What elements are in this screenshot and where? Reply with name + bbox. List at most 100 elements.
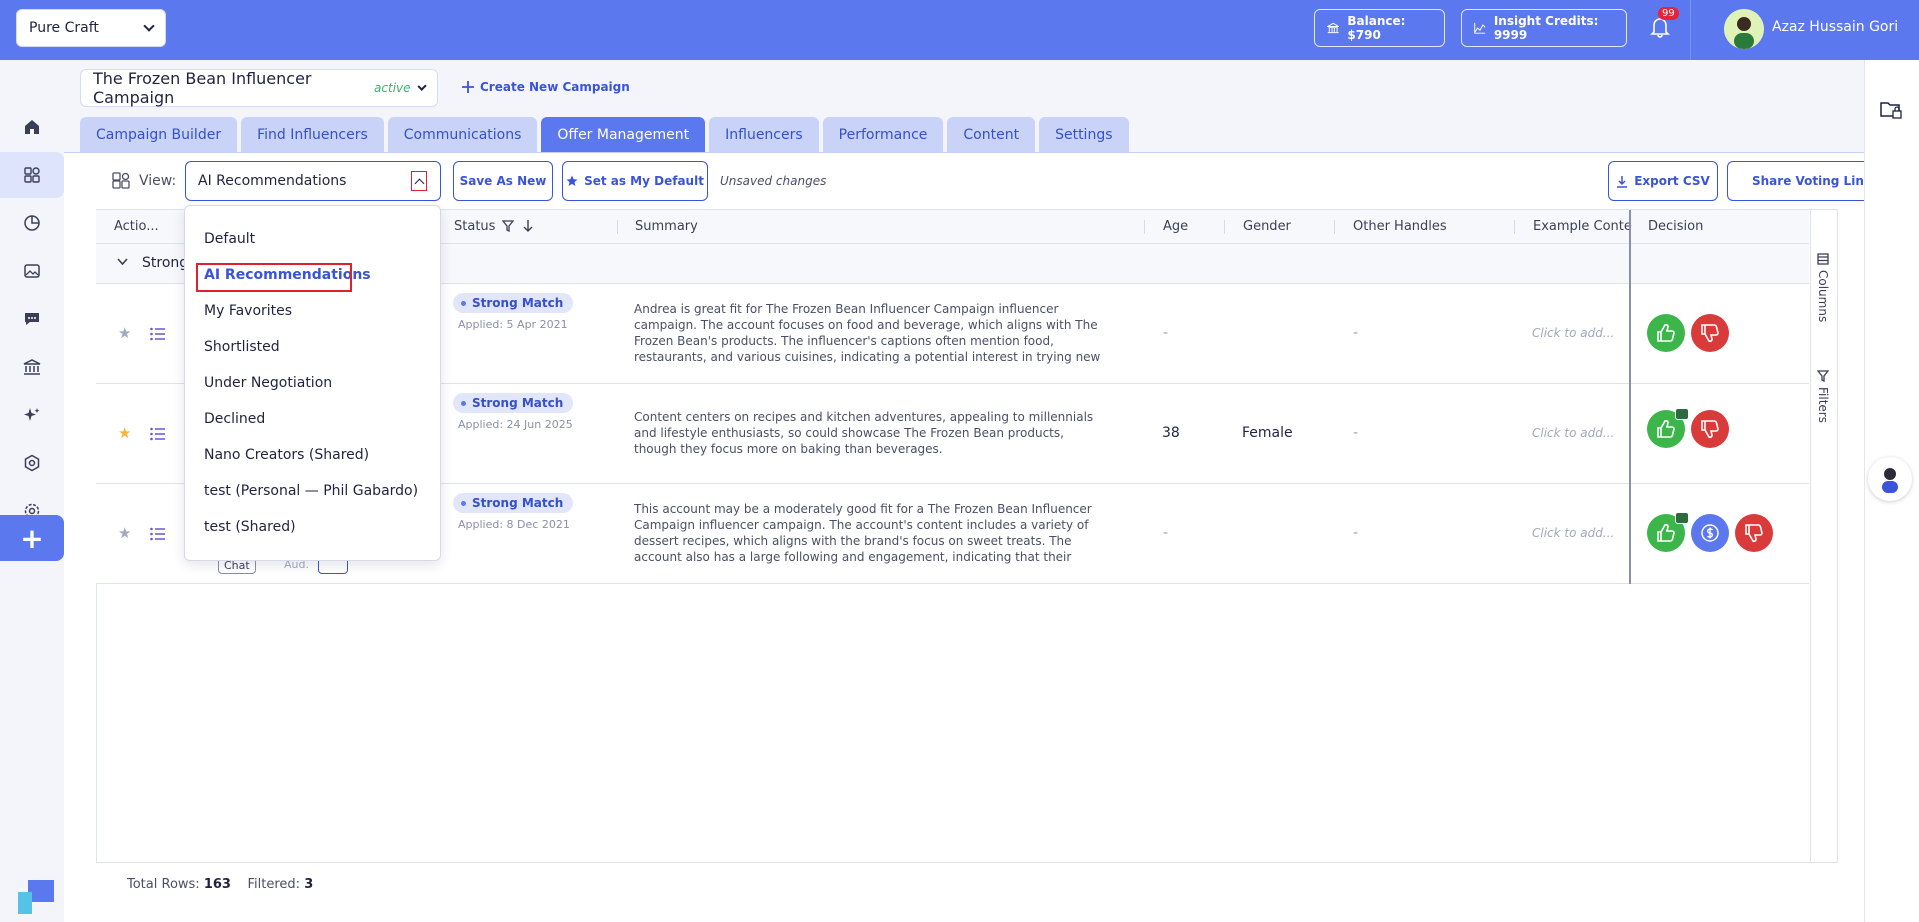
example-content-add[interactable]: Click to add... [1532,526,1614,540]
filter-icon[interactable] [1817,370,1829,382]
nav-home[interactable] [0,104,64,150]
status-badge: Strong Match [453,493,574,513]
chevron-down-icon[interactable] [117,258,128,266]
view-selector[interactable]: AI Recommendations [185,161,441,201]
view-option-default[interactable]: Default [204,231,255,247]
org-selector[interactable]: Pure Craft [16,9,166,47]
column-separator [1334,220,1335,234]
tab-influencers[interactable]: Influencers [709,117,819,153]
nav-ai[interactable] [0,392,64,438]
row-count-summary: Total Rows: 163 Filtered: 3 [127,877,313,892]
view-dropdown-toggle[interactable] [411,171,427,191]
applied-date: Applied: 24 Jun 2025 [458,418,573,431]
total-rows-label: Total Rows: [127,877,200,892]
reject-button[interactable] [1691,410,1729,448]
user-name[interactable]: Azaz Hussain Gori [1772,19,1898,35]
create-new-campaign-label: Create New Campaign [480,80,630,94]
tab-campaign-builder[interactable]: Campaign Builder [80,117,238,153]
list-icon[interactable] [150,527,166,541]
summary-text: Andrea is great fit for The Frozen Bean … [634,302,1101,364]
list-icon[interactable] [150,427,166,441]
comment-indicator-icon[interactable] [1675,408,1689,420]
share-voting-link-button[interactable]: Share Voting Link [1727,161,1864,201]
list-icon[interactable] [150,327,166,341]
filter-icon[interactable] [502,220,514,232]
view-option-my-favorites[interactable]: My Favorites [204,303,292,319]
tab-settings[interactable]: Settings [1039,117,1129,153]
tab-communications[interactable]: Communications [387,117,538,153]
column-header-gender[interactable]: Gender [1243,219,1291,234]
filters-panel-toggle[interactable]: Filters [1816,387,1830,423]
filtered-value: 3 [304,877,314,892]
set-default-button[interactable]: Set as My Default [562,161,708,201]
columns-icon[interactable] [1817,253,1829,265]
favorite-star-icon[interactable]: ★ [118,324,131,342]
tab-content[interactable]: Content [947,117,1036,153]
group-label: Strong [142,255,189,271]
view-option-test-personal[interactable]: test (Personal — Phil Gabardo) [204,483,418,499]
tab-performance[interactable]: Performance [822,117,944,153]
comment-indicator-icon[interactable] [1675,512,1689,524]
notification-badge: 99 [1658,7,1679,20]
save-as-new-label: Save As New [459,174,547,188]
filtered-label: Filtered: [247,877,301,892]
locked-folder-icon[interactable] [1880,100,1902,120]
other-handles-cell: - [1353,325,1359,341]
user-avatar[interactable] [1724,9,1764,49]
create-new-campaign-link[interactable]: Create New Campaign [462,80,630,94]
tab-find-influencers[interactable]: Find Influencers [241,117,384,153]
save-as-new-button[interactable]: Save As New [453,161,553,201]
chevron-up-icon [414,178,424,188]
campaign-selector[interactable]: The Frozen Bean Influencer Campaign acti… [80,69,438,107]
column-header-example-content[interactable]: Example Conte [1533,219,1632,234]
column-header-actions[interactable]: Actio... [114,219,159,234]
campaign-name: The Frozen Bean Influencer Campaign [93,69,312,107]
column-header-age[interactable]: Age [1163,219,1188,234]
column-header-decision[interactable]: Decision [1648,219,1703,234]
view-option-test-shared[interactable]: test (Shared) [204,519,296,535]
balance-button[interactable]: Balance: $790 [1314,9,1445,47]
approve-button[interactable] [1647,314,1685,352]
view-option-under-negotiation[interactable]: Under Negotiation [204,375,332,391]
nav-finance[interactable] [0,344,64,390]
support-avatar-button[interactable] [1868,457,1912,501]
tab-offer-management[interactable]: Offer Management [541,117,706,153]
top-bar [0,0,1919,60]
decision-column-divider [1629,210,1631,584]
columns-panel-toggle[interactable]: Columns [1816,270,1830,322]
campaign-status: active [374,81,411,95]
view-option-nano-creators[interactable]: Nano Creators (Shared) [204,447,369,463]
nav-media[interactable] [0,248,64,294]
add-new-button[interactable]: + [0,515,64,561]
view-layout-icon [112,172,130,189]
nav-integrations[interactable] [0,440,64,486]
view-label: View: [139,173,177,189]
example-content-add[interactable]: Click to add... [1532,326,1614,340]
column-header-other-handles[interactable]: Other Handles [1353,219,1447,234]
example-content-add[interactable]: Click to add... [1532,426,1614,440]
reject-button[interactable] [1735,514,1773,552]
summary-text: This account may be a moderately good fi… [634,502,1092,564]
offer-button[interactable] [1691,514,1729,552]
insight-credits-button[interactable]: Insight Credits: 9999 [1461,9,1627,47]
status-dot [461,300,466,306]
download-icon [1617,175,1628,188]
plus-icon [462,81,474,93]
sort-down-icon[interactable] [523,220,533,232]
nav-messages[interactable] [0,296,64,342]
favorite-star-icon[interactable]: ★ [118,424,131,442]
reject-button[interactable] [1691,314,1729,352]
status-badge-label: Strong Match [472,496,564,510]
column-header-summary[interactable]: Summary [635,219,698,234]
home-icon [25,120,39,134]
column-header-status[interactable]: Status [454,219,495,234]
nav-campaigns[interactable] [0,152,64,198]
campaign-tabs: Campaign Builder Find Influencers Commun… [80,117,1129,153]
view-option-shortlisted[interactable]: Shortlisted [204,339,280,355]
table-footer [96,862,1838,907]
nav-analytics[interactable] [0,200,64,246]
export-csv-button[interactable]: Export CSV [1608,161,1718,201]
favorite-star-icon[interactable]: ★ [118,524,131,542]
unsaved-changes-text: Unsaved changes [720,174,827,188]
view-option-declined[interactable]: Declined [204,411,265,427]
